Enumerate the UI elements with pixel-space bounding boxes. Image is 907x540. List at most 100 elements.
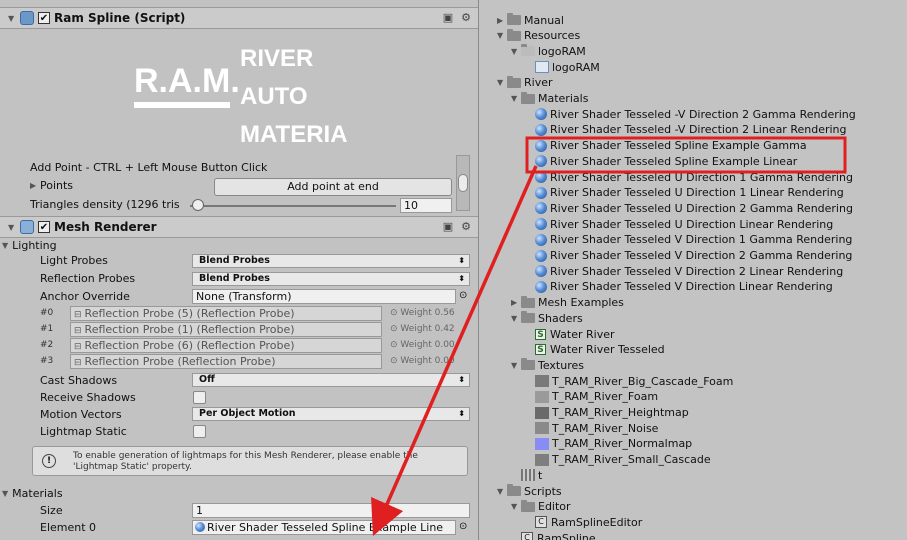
motion-vectors-dropdown[interactable]: Per Object Motion ⬍	[192, 407, 470, 421]
item-label: T_RAM_River_Heightmap	[552, 406, 689, 419]
expand-down-icon[interactable]: ▼	[511, 47, 521, 56]
project-panel: ▶ Manual ▼ Resources ▼ logoRAM logoRAM ▼ River ▼ M…	[479, 0, 907, 540]
project-item-material[interactable]: River Shader Tesseled U Direction 1 Gamm…	[525, 169, 853, 185]
project-item-folder[interactable]: ▼ Materials	[511, 91, 588, 107]
item-label: River Shader Tesseled U Direction 1 Gamm…	[550, 170, 853, 184]
logo-auto-text: AUTO	[240, 83, 308, 110]
expand-down-icon[interactable]: ▼	[497, 31, 507, 40]
object-picker-icon[interactable]: ⊙	[459, 521, 467, 532]
gear-icon[interactable]: ⚙	[460, 221, 472, 233]
triangles-density-slider[interactable]	[190, 205, 396, 207]
add-point-at-end-button[interactable]: Add point at end	[214, 178, 452, 196]
project-item-logo-folder[interactable]: ▼ logoRAM	[511, 43, 586, 59]
project-item-shader[interactable]: S Water River	[525, 326, 615, 342]
ram-spline-header[interactable]: ▼ ✔ Ram Spline (Script) ▣ ⚙	[0, 7, 478, 29]
project-item-texture[interactable]: T_RAM_River_Normalmap	[525, 436, 692, 452]
project-item-texture[interactable]: T_RAM_River_Big_Cascade_Foam	[525, 373, 733, 389]
triangles-density-value[interactable]: 10	[400, 198, 452, 213]
project-item-material[interactable]: River Shader Tesseled Spline Example Lin…	[525, 153, 797, 169]
project-item-material[interactable]: River Shader Tesseled -V Direction 2 Lin…	[525, 122, 847, 138]
ram-spline-enabled-checkbox[interactable]: ✔	[38, 12, 50, 24]
texture-thumbnail-icon	[535, 422, 549, 435]
lightmap-static-label: Lightmap Static	[40, 425, 127, 438]
receive-shadows-checkbox[interactable]	[193, 391, 206, 404]
materials-foldout[interactable]: ▼ Materials	[0, 486, 63, 500]
scrollbar-thumb[interactable]	[458, 174, 468, 192]
project-item-texture[interactable]: T_RAM_River_Noise	[525, 420, 658, 436]
folder-icon	[507, 28, 521, 41]
expand-down-icon[interactable]: ▼	[511, 361, 521, 370]
anchor-override-field[interactable]: None (Transform)	[192, 289, 456, 304]
probe-field: ⊟ Reflection Probe (1) (Reflection Probe)	[70, 322, 382, 337]
dropdown-value: Off	[199, 374, 215, 385]
project-item-folder[interactable]: ▶ Mesh Examples	[511, 295, 624, 311]
expand-down-icon[interactable]: ▼	[511, 94, 521, 103]
light-probes-dropdown[interactable]: Blend Probes ⬍	[192, 254, 470, 268]
element0-value: River Shader Tesseled Spline Example Lin…	[207, 521, 444, 534]
mesh-renderer-header[interactable]: ▼ ✔ Mesh Renderer ▣ ⚙	[0, 216, 478, 238]
gear-icon[interactable]: ⚙	[460, 12, 472, 24]
project-item-script[interactable]: C RamSplineEditor	[525, 514, 642, 530]
project-item-folder[interactable]: ▼ Editor	[511, 499, 571, 515]
lightmap-help-box: ! To enable generation of lightmaps for …	[32, 446, 468, 476]
help-book-icon[interactable]: ▣	[442, 12, 454, 24]
project-item-material[interactable]: River Shader Tesseled V Direction 2 Line…	[525, 263, 843, 279]
project-item-material[interactable]: River Shader Tesseled V Direction Linear…	[525, 279, 833, 295]
project-item-folder[interactable]: ▼ River	[497, 75, 553, 91]
project-item-material[interactable]: River Shader Tesseled V Direction 1 Gamm…	[525, 232, 852, 248]
help-book-icon[interactable]: ▣	[442, 221, 454, 233]
probe-weight: ⊙ Weight 0.42	[390, 324, 455, 334]
slider-knob[interactable]	[192, 199, 205, 211]
lightmap-static-checkbox[interactable]	[193, 425, 206, 438]
project-item-material[interactable]: River Shader Tesseled -V Direction 2 Gam…	[525, 106, 856, 122]
reflection-probes-dropdown[interactable]: Blend Probes ⬍	[192, 272, 470, 286]
points-scrollbar[interactable]	[456, 155, 470, 211]
expand-right-icon[interactable]: ▶	[511, 298, 521, 307]
dropdown-value: Per Object Motion	[199, 408, 296, 419]
project-item-folder[interactable]: ▼ Scripts	[497, 483, 562, 499]
project-item-material[interactable]: River Shader Tesseled U Direction Linear…	[525, 216, 833, 232]
probe-field: ⊟ Reflection Probe (5) (Reflection Probe)	[70, 306, 382, 321]
points-foldout[interactable]: ▶ Points	[30, 177, 73, 194]
mesh-renderer-enabled-checkbox[interactable]: ✔	[38, 221, 50, 233]
project-item-material[interactable]: River Shader Tesseled V Direction 2 Gamm…	[525, 248, 852, 264]
probe-name: Reflection Probe (1) (Reflection Probe)	[84, 323, 295, 336]
foldout-arrow-icon[interactable]: ▶	[30, 181, 40, 190]
lighting-foldout[interactable]: ▼ Lighting	[0, 238, 57, 252]
project-item-material[interactable]: River Shader Tesseled U Direction 2 Gamm…	[525, 200, 853, 216]
foldout-arrow-icon[interactable]: ▼	[2, 489, 8, 498]
folder-icon	[507, 75, 521, 88]
expand-down-icon[interactable]: ▼	[497, 487, 507, 496]
expand-right-icon[interactable]: ▶	[497, 16, 507, 25]
project-item-image[interactable]: logoRAM	[525, 59, 600, 75]
inspector-panel: ▼ ✔ Ram Spline (Script) ▣ ⚙ R.A.M. RIVER…	[0, 0, 479, 540]
project-item-shader[interactable]: S Water River Tesseled	[525, 342, 665, 358]
component-title: Mesh Renderer	[54, 220, 157, 234]
project-item-folder[interactable]: ▶ Manual	[497, 12, 564, 28]
project-item-texture[interactable]: T_RAM_River_Foam	[525, 389, 658, 405]
project-item-texture[interactable]: T_RAM_River_Small_Cascade	[525, 452, 711, 468]
project-item-script[interactable]: C RamSpline	[511, 530, 596, 540]
expand-down-icon[interactable]: ▼	[511, 314, 521, 323]
project-item-folder[interactable]: ▼ Resources	[497, 28, 580, 44]
foldout-arrow-icon[interactable]: ▼	[2, 241, 8, 250]
collapse-arrow-icon[interactable]: ▼	[8, 223, 18, 232]
collapse-arrow-icon[interactable]: ▼	[8, 14, 18, 23]
object-picker-icon[interactable]: ⊙	[459, 290, 467, 301]
element0-field[interactable]: River Shader Tesseled Spline Example Lin…	[192, 520, 456, 535]
project-item-mesh[interactable]: t	[511, 467, 542, 483]
project-item-folder[interactable]: ▼ Shaders	[511, 310, 583, 326]
project-item-material[interactable]: River Shader Tesseled U Direction 1 Line…	[525, 185, 844, 201]
materials-size-field[interactable]: 1	[192, 503, 470, 518]
expand-down-icon[interactable]: ▼	[497, 78, 507, 87]
item-label: River Shader Tesseled U Direction 1 Line…	[550, 186, 844, 200]
reflection-probe-icon: ⊟	[74, 310, 82, 320]
item-label: Mesh Examples	[538, 296, 624, 310]
expand-down-icon[interactable]: ▼	[511, 502, 521, 511]
project-item-material[interactable]: River Shader Tesseled Spline Example Gam…	[525, 138, 807, 154]
cast-shadows-dropdown[interactable]: Off ⬍	[192, 373, 470, 387]
project-item-texture[interactable]: T_RAM_River_Heightmap	[525, 405, 689, 421]
project-item-folder[interactable]: ▼ Textures	[511, 357, 584, 373]
dropdown-arrow-icon: ⬍	[458, 409, 465, 418]
item-label: T_RAM_River_Small_Cascade	[552, 453, 711, 467]
